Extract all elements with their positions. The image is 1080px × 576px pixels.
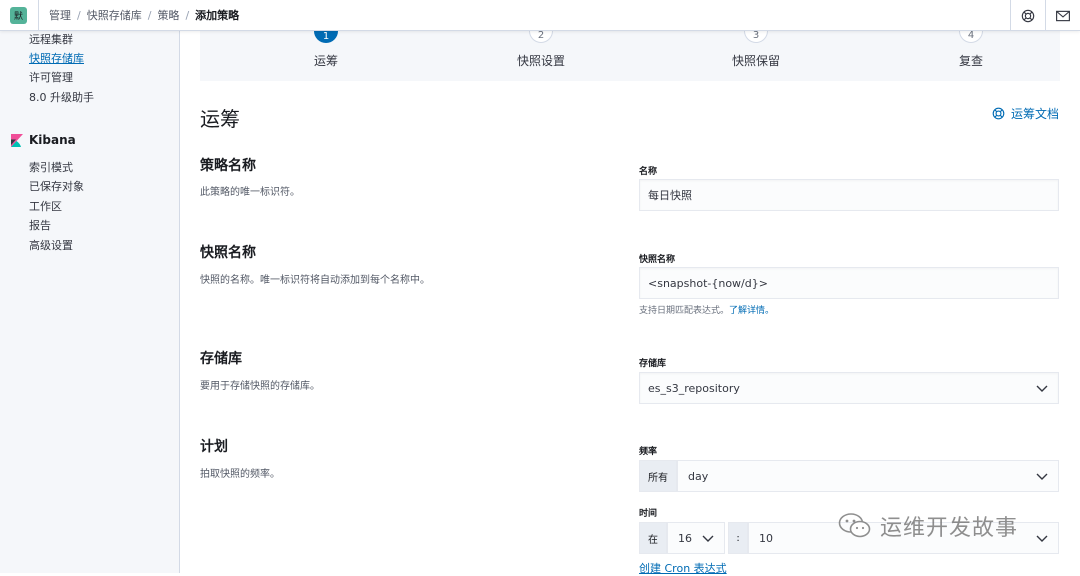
- header-divider: [38, 0, 39, 31]
- kibana-section-title: Kibana: [29, 133, 76, 147]
- sidebar-item-workspaces[interactable]: 工作区: [29, 198, 62, 214]
- breadcrumb: 管理 / 快照存储库 / 策略 / 添加策略: [49, 7, 239, 23]
- logistics-docs-link[interactable]: 运筹文档: [992, 105, 1059, 122]
- wechat-icon: [838, 513, 871, 538]
- repository-value: es_s3_repository: [648, 381, 740, 395]
- hour-value: 16: [678, 531, 692, 545]
- kibana-section-header: Kibana: [11, 133, 76, 147]
- top-header: 默 管理 / 快照存储库 / 策略 / 添加策略: [0, 0, 1080, 31]
- create-cron-expression-link[interactable]: 创建 Cron 表达式: [639, 560, 727, 576]
- chevron-down-icon: [1036, 473, 1048, 480]
- snapshot-name-help-text: 支持日期匹配表达式。: [639, 306, 730, 316]
- sidebar-item-advanced-settings[interactable]: 高级设置: [29, 237, 73, 253]
- frequency-prepend: 所有: [639, 460, 677, 492]
- sidebar-item-upgrade-assistant[interactable]: 8.0 升级助手: [29, 89, 94, 105]
- breadcrumb-add-policy: 添加策略: [195, 9, 240, 22]
- help-button[interactable]: [1010, 0, 1045, 31]
- policy-name-input[interactable]: 每日快照: [639, 179, 1059, 211]
- lifebuoy-icon: [1021, 9, 1035, 22]
- step-logistics[interactable]: 1 运筹: [266, 19, 386, 69]
- hour-select[interactable]: 16: [667, 522, 725, 554]
- time-label: 时间: [639, 509, 658, 519]
- repository-description: 要用于存储快照的存储库。: [200, 381, 320, 392]
- snapshot-name-title: 快照名称: [200, 245, 256, 261]
- repository-label: 存储库: [639, 359, 667, 369]
- chevron-down-icon: [1036, 535, 1048, 542]
- breadcrumb-separator: /: [185, 8, 190, 22]
- breadcrumb-management[interactable]: 管理: [49, 7, 71, 23]
- main-content: 1 运筹 2 快照设置 3 快照保留 4 复查 运筹 运筹文档 策略名称 此策略…: [181, 19, 1080, 576]
- frequency-label: 频率: [639, 447, 658, 457]
- breadcrumb-snapshot-repositories[interactable]: 快照存储库: [87, 7, 142, 23]
- watermark-text: 运维开发故事: [880, 516, 1019, 541]
- frequency-value: day: [688, 469, 709, 483]
- breadcrumb-separator: /: [77, 8, 81, 22]
- snapshot-name-label: 快照名称: [639, 255, 676, 265]
- time-separator: :: [728, 522, 748, 554]
- page-title: 运筹: [200, 107, 240, 131]
- repository-title: 存储库: [200, 351, 242, 367]
- mail-icon: [1056, 10, 1070, 21]
- policy-name-label: 名称: [639, 167, 658, 177]
- chevron-down-icon: [702, 535, 714, 542]
- learn-more-link[interactable]: 了解详情。: [729, 306, 774, 316]
- sidebar-item-reporting[interactable]: 报告: [29, 217, 51, 233]
- minute-value: 10: [759, 531, 773, 545]
- schedule-title: 计划: [200, 439, 228, 455]
- avatar[interactable]: 默: [10, 6, 27, 24]
- step-label: 快照保留: [731, 54, 780, 68]
- chevron-down-icon: [1036, 385, 1048, 392]
- policy-name-value: 每日快照: [648, 189, 692, 202]
- kibana-logo-icon: [11, 133, 23, 147]
- sidebar-item-snapshot-repositories[interactable]: 快照存储库: [29, 50, 84, 66]
- step-label: 快照设置: [516, 54, 565, 68]
- step-label: 运筹: [313, 54, 338, 68]
- step-snapshot-settings[interactable]: 2 快照设置: [481, 19, 601, 69]
- schedule-description: 拍取快照的频率。: [200, 469, 280, 480]
- snapshot-name-value: <snapshot-{now/d}>: [648, 276, 768, 290]
- policy-name-title: 策略名称: [200, 158, 256, 174]
- mail-button[interactable]: [1045, 0, 1080, 31]
- step-label: 复查: [958, 54, 983, 68]
- policy-name-description: 此策略的唯一标识符。: [200, 187, 300, 198]
- snapshot-name-help: 支持日期匹配表达式。了解详情。: [639, 303, 774, 316]
- steps-bar: 1 运筹 2 快照设置 3 快照保留 4 复查: [200, 19, 1060, 81]
- lifebuoy-icon: [992, 107, 1005, 120]
- sidebar-item-license-management[interactable]: 许可管理: [29, 69, 73, 85]
- step-snapshot-retention[interactable]: 3 快照保留: [696, 19, 816, 69]
- watermark: 运维开发故事: [838, 510, 1018, 542]
- sidebar-item-remote-clusters[interactable]: 远程集群: [29, 31, 73, 47]
- repository-select[interactable]: es_s3_repository: [639, 372, 1059, 404]
- sidebar: 远程集群 快照存储库 许可管理 8.0 升级助手 Kibana 索引模式 已保存…: [0, 31, 180, 573]
- frequency-select[interactable]: day: [677, 460, 1059, 492]
- sidebar-item-index-patterns[interactable]: 索引模式: [29, 159, 73, 175]
- snapshot-name-description: 快照的名称。唯一标识符将自动添加到每个名称中。: [200, 275, 430, 286]
- sidebar-item-saved-objects[interactable]: 已保存对象: [29, 178, 84, 194]
- docs-link-label: 运筹文档: [1010, 107, 1059, 121]
- step-review[interactable]: 4 复查: [911, 19, 1031, 69]
- time-prepend: 在: [639, 522, 667, 554]
- breadcrumb-policies[interactable]: 策略: [157, 7, 179, 23]
- breadcrumb-separator: /: [147, 8, 152, 22]
- snapshot-name-input[interactable]: <snapshot-{now/d}>: [639, 267, 1059, 299]
